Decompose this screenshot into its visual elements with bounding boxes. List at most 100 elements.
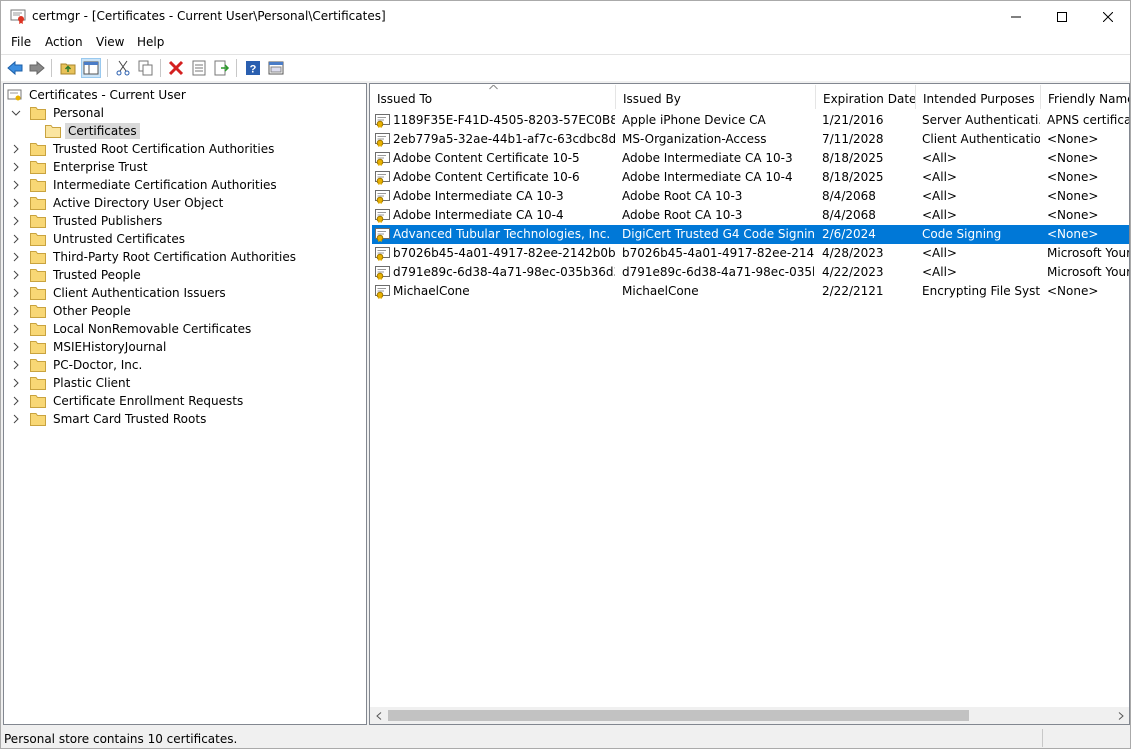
scroll-left-button[interactable] [370, 707, 387, 724]
chevron-right-icon[interactable] [11, 378, 21, 388]
cut-button[interactable] [113, 58, 133, 78]
minimize-icon [1011, 16, 1021, 17]
certificate-row[interactable]: d791e89c-6d38-4a71-98ec-035b36d301c5 d791… [372, 263, 1129, 282]
console-view-button[interactable] [266, 58, 286, 78]
certificate-list[interactable]: Issued To Issued By Expiration Date Inte… [369, 83, 1130, 725]
tree-label: Untrusted Certificates [53, 232, 185, 246]
back-button[interactable] [5, 58, 25, 78]
menu-file[interactable]: File [11, 35, 31, 49]
help-button[interactable]: ? [243, 58, 263, 78]
tree-item-store[interactable]: Untrusted Certificates [11, 230, 188, 248]
chevron-right-icon[interactable] [11, 288, 21, 298]
column-header-issued-to[interactable]: Issued To [370, 85, 616, 109]
maximize-button[interactable] [1039, 1, 1085, 32]
cell: b7026b45-4a01-4917-82ee-2142b0b5c91e [393, 246, 615, 260]
column-header-intended-purposes[interactable]: Intended Purposes [916, 85, 1041, 109]
chevron-right-icon[interactable] [11, 270, 21, 280]
cell: <All> [922, 170, 957, 184]
certificate-row[interactable]: Adobe Content Certificate 10-6 Adobe Inte… [372, 168, 1129, 187]
tree-item-personal[interactable]: Personal [11, 104, 107, 122]
tree-pane[interactable]: Certificates - Current User Personal Cer… [3, 83, 367, 725]
tree-item-personal-certificates[interactable]: Certificates [45, 122, 140, 140]
copy-button[interactable] [136, 58, 156, 78]
chevron-right-icon[interactable] [11, 144, 21, 154]
cell: <All> [922, 151, 957, 165]
certificate-row[interactable]: Adobe Intermediate CA 10-4 Adobe Root CA … [372, 206, 1129, 225]
column-header-issued-by[interactable]: Issued By [616, 85, 816, 109]
certificate-row[interactable]: Adobe Intermediate CA 10-3 Adobe Root CA … [372, 187, 1129, 206]
cell: Microsoft Your [1047, 265, 1130, 279]
chevron-right-icon[interactable] [11, 198, 21, 208]
folder-icon [30, 196, 46, 210]
chevron-right-icon[interactable] [11, 342, 21, 352]
tree-item-store[interactable]: Intermediate Certification Authorities [11, 176, 280, 194]
certificate-row[interactable]: b7026b45-4a01-4917-82ee-2142b0b5c91e b702… [372, 244, 1129, 263]
properties-button[interactable] [189, 58, 209, 78]
tree-item-store[interactable]: MSIEHistoryJournal [11, 338, 169, 356]
tree-item-store[interactable]: Plastic Client [11, 374, 133, 392]
cell: d791e89c-6d38-4a71-98ec-035b36... [622, 265, 814, 279]
certificate-row[interactable]: MichaelCone MichaelCone 2/22/2121 Encryptin… [372, 282, 1129, 301]
scroll-right-button[interactable] [1112, 707, 1129, 724]
properties-icon [192, 60, 206, 76]
tree-item-store[interactable]: Certificate Enrollment Requests [11, 392, 246, 410]
show-hide-tree-button[interactable] [81, 58, 101, 78]
cell: Adobe Intermediate CA 10-3 [393, 189, 564, 203]
tree-item-store[interactable]: Active Directory User Object [11, 194, 226, 212]
chevron-right-icon[interactable] [11, 162, 21, 172]
tree-item-store[interactable]: Trusted Root Certification Authorities [11, 140, 277, 158]
menu-help[interactable]: Help [137, 35, 164, 49]
chevron-left-icon [375, 711, 381, 720]
forward-button[interactable] [27, 58, 47, 78]
tree-item-store[interactable]: Trusted Publishers [11, 212, 165, 230]
certificate-row[interactable]: 2eb779a5-32ae-44b1-af7c-63cdbc8d3dca MS-O… [372, 130, 1129, 149]
toolbar: ? [1, 54, 1130, 81]
tree-item-store[interactable]: Other People [11, 302, 134, 320]
chevron-right-icon[interactable] [11, 252, 21, 262]
tree-label: Enterprise Trust [53, 160, 148, 174]
cell: <None> [1047, 284, 1099, 298]
certificate-row[interactable]: 1189F35E-F41D-4505-8203-57EC0B85CE6C Appl… [372, 111, 1129, 130]
chevron-right-icon[interactable] [11, 216, 21, 226]
tree-item-store[interactable]: Client Authentication Issuers [11, 284, 229, 302]
folder-icon [30, 412, 46, 426]
menu-view[interactable]: View [96, 35, 124, 49]
cell: MS-Organization-Access [622, 132, 767, 146]
chevron-right-icon[interactable] [11, 360, 21, 370]
chevron-down-icon[interactable] [11, 108, 21, 118]
tree-label: Trusted Publishers [53, 214, 163, 228]
chevron-right-icon[interactable] [11, 180, 21, 190]
folder-icon [30, 106, 46, 120]
up-one-level-button[interactable] [58, 58, 78, 78]
tree-item-store[interactable]: Local NonRemovable Certificates [11, 320, 254, 338]
certificate-row[interactable]: Adobe Content Certificate 10-5 Adobe Inte… [372, 149, 1129, 168]
minimize-button[interactable] [993, 1, 1039, 32]
folder-icon [30, 376, 46, 390]
tree-item-store[interactable]: Enterprise Trust [11, 158, 151, 176]
chevron-right-icon[interactable] [11, 306, 21, 316]
folder-icon [30, 286, 46, 300]
delete-button[interactable] [166, 58, 186, 78]
tree-item-store[interactable]: PC-Doctor, Inc. [11, 356, 145, 374]
menu-action[interactable]: Action [45, 35, 83, 49]
export-list-button[interactable] [212, 58, 232, 78]
chevron-right-icon[interactable] [11, 324, 21, 334]
chevron-right-icon[interactable] [11, 396, 21, 406]
cell: <None> [1047, 151, 1099, 165]
folder-icon [30, 394, 46, 408]
scrollbar-thumb[interactable] [388, 710, 969, 721]
cell: Server Authenticati... [922, 113, 1040, 127]
tree-item-store[interactable]: Third-Party Root Certification Authoriti… [11, 248, 299, 266]
certificate-row[interactable]: Advanced Tubular Technologies, Inc. DigiC… [372, 225, 1129, 244]
close-button[interactable] [1085, 1, 1131, 32]
title-bar: certmgr - [Certificates - Current User\P… [1, 1, 1130, 32]
horizontal-scrollbar[interactable] [370, 707, 1129, 724]
chevron-right-icon[interactable] [11, 234, 21, 244]
column-header-friendly-name[interactable]: Friendly Name [1041, 85, 1129, 109]
column-header-expiration-date[interactable]: Expiration Date [816, 85, 916, 109]
tree-root-current-user[interactable]: Certificates - Current User [7, 86, 189, 104]
tree-item-store[interactable]: Smart Card Trusted Roots [11, 410, 209, 428]
folder-icon [30, 268, 46, 282]
chevron-right-icon[interactable] [11, 414, 21, 424]
tree-item-store[interactable]: Trusted People [11, 266, 144, 284]
